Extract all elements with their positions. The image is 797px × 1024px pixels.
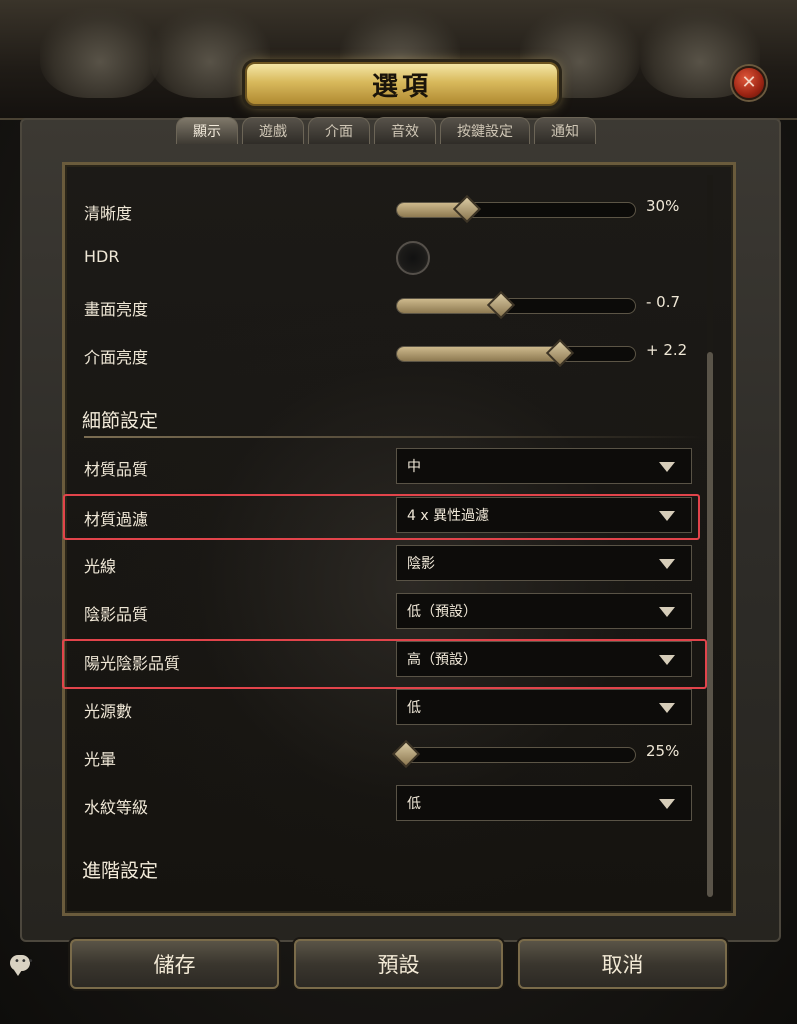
cancel-button[interactable]: 取消 (518, 939, 727, 989)
tab-display[interactable]: 顯示 (176, 117, 238, 144)
brightness-value: - 0.7 (646, 293, 681, 311)
section-divider (84, 436, 704, 438)
sharpness-slider[interactable] (396, 202, 636, 218)
tab-keybindings[interactable]: 按鍵設定 (440, 117, 530, 144)
chat-dots: ••• (14, 956, 35, 967)
scrollbar-thumb[interactable] (707, 352, 713, 897)
dropdown-value: 低 (407, 796, 421, 812)
bloom-slider[interactable] (396, 747, 636, 763)
hdr-toggle[interactable] (396, 241, 430, 275)
button-label: 預設 (377, 953, 420, 977)
window-title-plate: 選項 (245, 62, 559, 106)
window-title: 選項 (371, 71, 432, 102)
tab-label: 按鍵設定 (457, 124, 513, 140)
chevron-down-icon (659, 607, 675, 617)
water-detail-label: 水紋等級 (84, 798, 149, 817)
tab-label: 顯示 (193, 124, 221, 140)
tab-notifications[interactable]: 通知 (534, 117, 596, 144)
slider-fill (397, 347, 562, 361)
tab-label: 遊戲 (259, 124, 287, 140)
chevron-down-icon (659, 703, 675, 713)
sharpness-label: 清晰度 (84, 204, 133, 223)
slider-fill (397, 299, 502, 313)
bloom-value: 25% (646, 742, 680, 760)
shadow-quality-dropdown[interactable]: 低（預設） (396, 593, 692, 629)
dropdown-value: 低（預設） (407, 604, 477, 620)
sharpness-value: 30% (646, 197, 680, 215)
close-button[interactable]: ✕ (732, 66, 766, 100)
brightness-label: 畫面亮度 (84, 300, 149, 319)
lighting-label: 光線 (84, 557, 117, 576)
ui-brightness-value: + 2.2 (646, 341, 688, 359)
button-label: 取消 (601, 953, 644, 977)
tab-audio[interactable]: 音效 (374, 117, 436, 144)
dropdown-value: 陰影 (407, 556, 435, 572)
ui-brightness-label: 介面亮度 (84, 348, 149, 367)
highlight-box (62, 639, 707, 689)
tab-interface[interactable]: 介面 (308, 117, 370, 144)
texture-quality-label: 材質品質 (84, 460, 149, 479)
ui-brightness-slider[interactable] (396, 346, 636, 362)
light-sources-label: 光源數 (84, 702, 133, 721)
shadow-quality-label: 陰影品質 (84, 605, 149, 624)
dropdown-value: 中 (407, 459, 421, 475)
tab-label: 音效 (391, 124, 419, 140)
default-button[interactable]: 預設 (294, 939, 503, 989)
tab-label: 介面 (325, 124, 353, 140)
water-detail-dropdown[interactable]: 低 (396, 785, 692, 821)
hdr-label: HDR (84, 247, 120, 266)
chevron-down-icon (659, 559, 675, 569)
highlight-box (63, 494, 700, 540)
bloom-label: 光暈 (84, 750, 117, 769)
brightness-slider[interactable] (396, 298, 636, 314)
dropdown-value: 低 (407, 700, 421, 716)
texture-quality-dropdown[interactable]: 中 (396, 448, 692, 484)
tab-game[interactable]: 遊戲 (242, 117, 304, 144)
griffin-statue-icon (40, 8, 160, 98)
chevron-down-icon (659, 799, 675, 809)
save-button[interactable]: 儲存 (70, 939, 279, 989)
tab-label: 通知 (551, 124, 579, 140)
button-label: 儲存 (153, 953, 196, 977)
tab-bar: 顯示 遊戲 介面 音效 按鍵設定 通知 (176, 117, 596, 145)
close-icon: ✕ (741, 72, 757, 93)
light-sources-dropdown[interactable]: 低 (396, 689, 692, 725)
lighting-dropdown[interactable]: 陰影 (396, 545, 692, 581)
advanced-settings-heading: 進階設定 (82, 860, 159, 882)
chevron-down-icon (659, 462, 675, 472)
detail-settings-heading: 細節設定 (82, 410, 159, 432)
